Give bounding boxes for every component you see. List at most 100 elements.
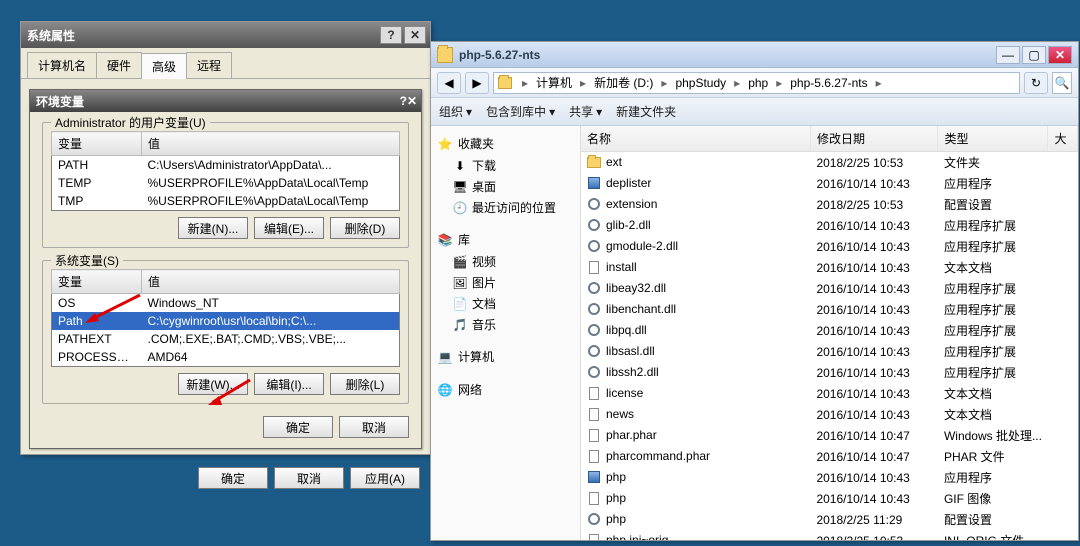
file-row[interactable]: php2016/10/14 10:43应用程序: [581, 467, 1078, 488]
nav-libraries[interactable]: 📚库: [435, 228, 576, 251]
nav-computer[interactable]: 💻计算机: [435, 345, 576, 368]
chevron-down-icon: ▾: [596, 105, 602, 119]
breadcrumb-item[interactable]: 计算机: [532, 74, 576, 91]
env-ok-button[interactable]: 确定: [263, 416, 333, 438]
sysprops-apply-button[interactable]: 应用(A): [350, 467, 420, 489]
page-icon: [587, 533, 601, 540]
file-row[interactable]: license2016/10/14 10:43文本文档: [581, 383, 1078, 404]
col-size[interactable]: 大: [1048, 126, 1078, 152]
nav-recent[interactable]: 🕘最近访问的位置: [435, 197, 576, 218]
file-row[interactable]: libenchant.dll2016/10/14 10:43应用程序扩展: [581, 299, 1078, 320]
sys-edit-button[interactable]: 编辑(I)...: [254, 373, 324, 395]
file-row[interactable]: deplister2016/10/14 10:43应用程序: [581, 173, 1078, 194]
col-name[interactable]: 名称: [581, 126, 810, 152]
user-var-row[interactable]: PATHC:\Users\Administrator\AppData\...: [52, 156, 400, 175]
maximize-button[interactable]: ▢: [1022, 46, 1046, 64]
explorer-navbar: ◀ ▶ ▸ 计算机▸ 新加卷 (D:)▸ phpStudy▸ php▸ php-…: [431, 68, 1078, 98]
user-vars-table[interactable]: 变量 值 PATHC:\Users\Administrator\AppData\…: [51, 131, 400, 211]
file-row[interactable]: libeay32.dll2016/10/14 10:43应用程序扩展: [581, 278, 1078, 299]
file-row[interactable]: phar.phar2016/10/14 10:47Windows 批处理...: [581, 425, 1078, 446]
file-row[interactable]: glib-2.dll2016/10/14 10:43应用程序扩展: [581, 215, 1078, 236]
tab-hardware[interactable]: 硬件: [96, 52, 142, 78]
user-new-button[interactable]: 新建(N)...: [178, 217, 248, 239]
new-folder-button[interactable]: 新建文件夹: [616, 103, 676, 120]
breadcrumb[interactable]: ▸ 计算机▸ 新加卷 (D:)▸ phpStudy▸ php▸ php-5.6.…: [493, 72, 1020, 94]
nav-music[interactable]: 🎵音乐: [435, 314, 576, 335]
nav-documents[interactable]: 📄文档: [435, 293, 576, 314]
col-var[interactable]: 变量: [52, 132, 142, 156]
page-icon: [587, 260, 601, 274]
user-delete-button[interactable]: 删除(D): [330, 217, 400, 239]
file-name: php.ini~orig: [606, 533, 668, 540]
file-row[interactable]: gmodule-2.dll2016/10/14 10:43应用程序扩展: [581, 236, 1078, 257]
share-menu[interactable]: 共享 ▾: [569, 103, 602, 120]
file-row[interactable]: pharcommand.phar2016/10/14 10:47PHAR 文件: [581, 446, 1078, 467]
file-row[interactable]: news2016/10/14 10:43文本文档: [581, 404, 1078, 425]
system-vars-table[interactable]: 变量 值 OSWindows_NT PathC:\cygwinroot\usr\…: [51, 269, 400, 367]
file-row[interactable]: php2018/2/25 11:29配置设置: [581, 509, 1078, 530]
include-menu[interactable]: 包含到库中 ▾: [486, 103, 555, 120]
search-input[interactable]: 🔍: [1052, 72, 1072, 94]
env-vars-titlebar[interactable]: 环境变量 ? ✕: [30, 90, 421, 112]
sysprops-ok-button[interactable]: 确定: [198, 467, 268, 489]
tab-remote[interactable]: 远程: [186, 52, 232, 78]
back-button[interactable]: ◀: [437, 72, 461, 94]
nav-network[interactable]: 🌐网络: [435, 378, 576, 401]
file-row[interactable]: libssh2.dll2016/10/14 10:43应用程序扩展: [581, 362, 1078, 383]
forward-button[interactable]: ▶: [465, 72, 489, 94]
file-date: 2016/10/14 10:43: [810, 215, 938, 236]
file-list[interactable]: 名称 修改日期 类型 大 ext2018/2/25 10:53文件夹deplis…: [581, 126, 1078, 540]
breadcrumb-item[interactable]: 新加卷 (D:): [590, 74, 657, 91]
sys-var-row[interactable]: OSWindows_NT: [52, 294, 400, 313]
sys-var-row-selected[interactable]: PathC:\cygwinroot\usr\local\bin;C:\...: [52, 312, 400, 330]
breadcrumb-item[interactable]: php: [744, 76, 772, 90]
nav-videos[interactable]: 🎬视频: [435, 251, 576, 272]
file-row[interactable]: ext2018/2/25 10:53文件夹: [581, 152, 1078, 174]
file-row[interactable]: libpq.dll2016/10/14 10:43应用程序扩展: [581, 320, 1078, 341]
sys-delete-button[interactable]: 删除(L): [330, 373, 400, 395]
env-close-button[interactable]: ✕: [407, 94, 417, 108]
file-row[interactable]: extension2018/2/25 10:53配置设置: [581, 194, 1078, 215]
sysprops-titlebar[interactable]: 系统属性 ? ✕: [21, 22, 430, 48]
refresh-button[interactable]: ↻: [1024, 72, 1048, 94]
file-row[interactable]: install2016/10/14 10:43文本文档: [581, 257, 1078, 278]
env-cancel-button[interactable]: 取消: [339, 416, 409, 438]
user-var-row[interactable]: TMP%USERPROFILE%\AppData\Local\Temp: [52, 192, 400, 211]
file-type: 文本文档: [938, 383, 1048, 404]
nav-desktop[interactable]: 🖥桌面: [435, 176, 576, 197]
sys-var-row[interactable]: PATHEXT.COM;.EXE;.BAT;.CMD;.VBS;.VBE;...: [52, 330, 400, 348]
file-row[interactable]: libsasl.dll2016/10/14 10:43应用程序扩展: [581, 341, 1078, 362]
sys-new-button[interactable]: 新建(W)...: [178, 373, 248, 395]
col-val[interactable]: 值: [142, 270, 400, 294]
page-icon: [587, 386, 601, 400]
tab-advanced[interactable]: 高级: [141, 53, 187, 79]
tab-computername[interactable]: 计算机名: [27, 52, 97, 78]
minimize-button[interactable]: —: [996, 46, 1020, 64]
organize-menu[interactable]: 组织 ▾: [439, 103, 472, 120]
user-edit-button[interactable]: 编辑(E)...: [254, 217, 324, 239]
help-button[interactable]: ?: [380, 26, 402, 44]
nav-pictures[interactable]: 🖼图片: [435, 272, 576, 293]
file-type: 文本文档: [938, 404, 1048, 425]
sysprops-cancel-button[interactable]: 取消: [274, 467, 344, 489]
close-button[interactable]: ✕: [404, 26, 426, 44]
env-help-button[interactable]: ?: [400, 94, 407, 108]
nav-favorites[interactable]: ⭐收藏夹: [435, 132, 576, 155]
breadcrumb-item[interactable]: phpStudy: [671, 76, 730, 90]
col-date[interactable]: 修改日期: [810, 126, 938, 152]
col-type[interactable]: 类型: [938, 126, 1048, 152]
explorer-titlebar[interactable]: php-5.6.27-nts — ▢ ✕: [431, 42, 1078, 68]
user-var-row[interactable]: TEMP%USERPROFILE%\AppData\Local\Temp: [52, 174, 400, 192]
close-button[interactable]: ✕: [1048, 46, 1072, 64]
file-row[interactable]: php2016/10/14 10:43GIF 图像: [581, 488, 1078, 509]
file-row[interactable]: php.ini~orig2018/2/25 10:53INI~ORIG 文件: [581, 530, 1078, 540]
file-date: 2016/10/14 10:43: [810, 299, 938, 320]
nav-downloads[interactable]: ⬇下载: [435, 155, 576, 176]
file-type: 应用程序: [938, 173, 1048, 194]
file-type: INI~ORIG 文件: [938, 530, 1048, 540]
col-var[interactable]: 变量: [52, 270, 142, 294]
col-val[interactable]: 值: [142, 132, 400, 156]
breadcrumb-item[interactable]: php-5.6.27-nts: [786, 76, 871, 90]
sys-var-row[interactable]: PROCESSOR_AR...AMD64: [52, 348, 400, 367]
file-name: libssh2.dll: [606, 365, 659, 379]
